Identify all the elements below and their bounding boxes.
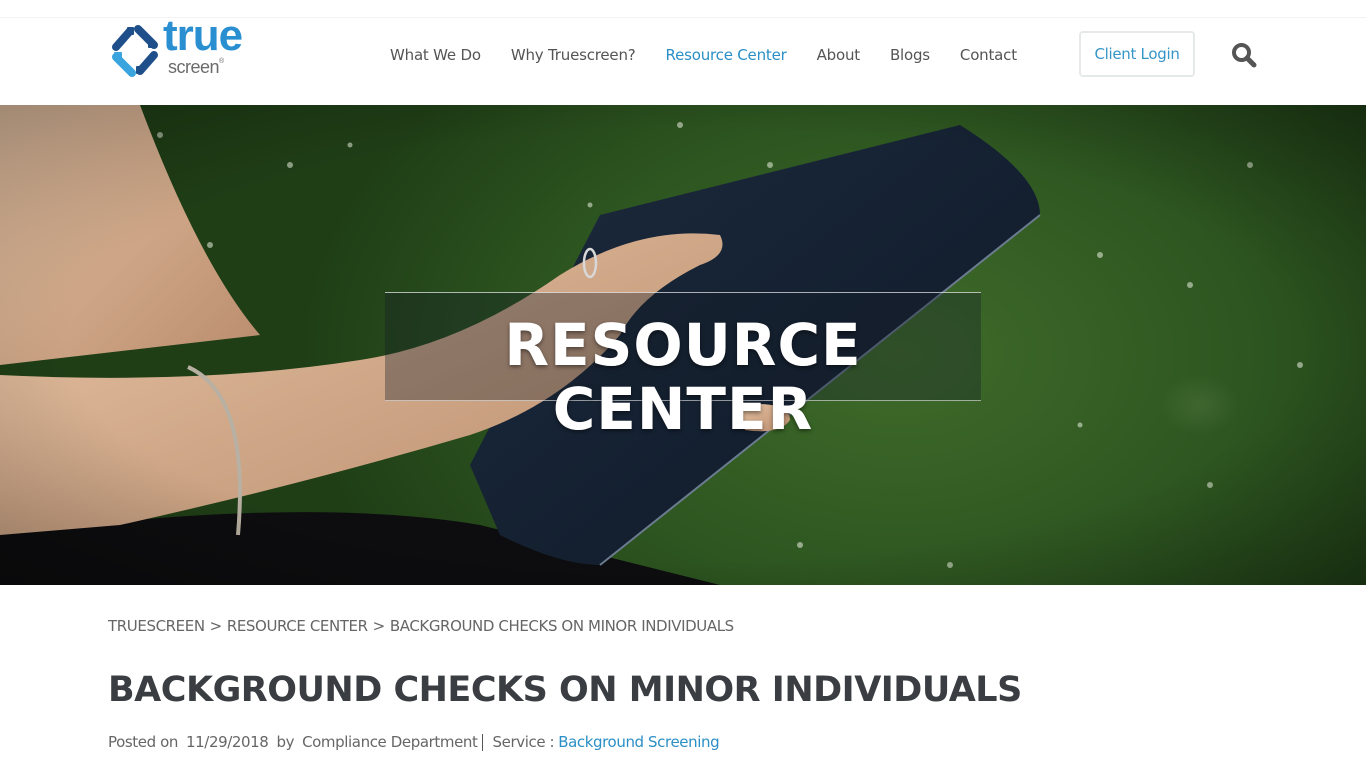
service-link[interactable]: Background Screening [558,733,719,751]
post-author: Compliance Department [302,733,478,751]
nav-item-contact[interactable]: Contact [960,46,1017,64]
hero-banner: RESOURCE CENTER [0,105,1366,585]
logo-word: true [163,11,243,60]
nav-item-blogs[interactable]: Blogs [890,46,930,64]
article-meta: Posted on 11/29/2018 by Compliance Depar… [108,732,720,752]
registered-mark: ® [219,58,224,65]
logo-subword-text: screen [168,57,220,77]
truescreen-logo[interactable]: true screen® [108,14,270,82]
logo-mark-icon [112,25,158,77]
post-date: 11/29/2018 [186,733,269,751]
by-label: by [276,733,295,751]
main-nav: What We Do Why Truescreen? Resource Cent… [390,43,1047,67]
meta-divider [481,733,483,751]
hero-title: RESOURCE CENTER [504,311,862,443]
posted-on-label: Posted on [108,733,178,751]
site-header: true screen® What We Do Why Truescreen? … [0,14,1366,105]
service-label: Service : [492,733,555,751]
nav-item-about[interactable]: About [817,46,861,64]
search-icon [1232,43,1257,68]
breadcrumb-separator: > [372,617,386,635]
article-title: BACKGROUND CHECKS ON MINOR INDIVIDUALS [108,670,1022,710]
breadcrumb-separator: > [209,617,223,635]
nav-item-what-we-do[interactable]: What We Do [390,46,481,64]
search-button[interactable] [1229,40,1259,70]
logo-subword: screen® [168,58,224,76]
breadcrumb-item-resource-center[interactable]: RESOURCE CENTER [227,617,368,637]
nav-item-why-truescreen[interactable]: Why Truescreen? [511,46,636,64]
nav-item-resource-center[interactable]: Resource Center [666,46,787,64]
breadcrumb: TRUESCREEN > RESOURCE CENTER > BACKGROUN… [108,617,734,637]
client-login-button[interactable]: Client Login [1079,31,1195,77]
breadcrumb-item-truescreen[interactable]: TRUESCREEN [108,617,205,637]
breadcrumb-item-current: BACKGROUND CHECKS ON MINOR INDIVIDUALS [389,617,734,635]
